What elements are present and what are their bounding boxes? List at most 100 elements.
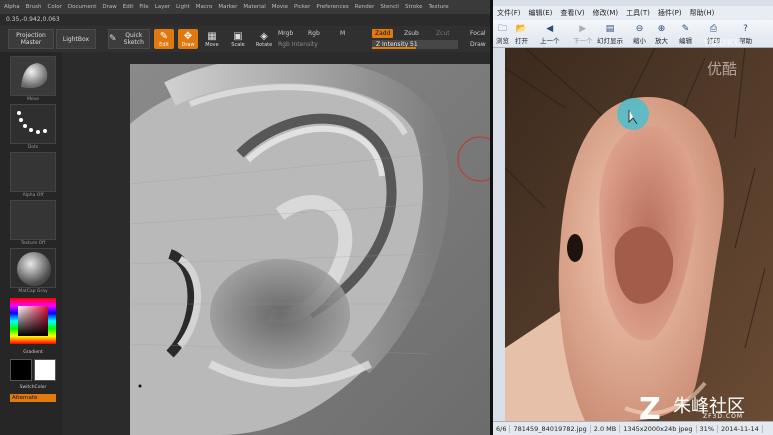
youku-watermark-cn: 优酷: [707, 60, 738, 78]
zbrush-menu-document[interactable]: Document: [68, 4, 97, 10]
zbrush-menu-picker[interactable]: Picker: [294, 4, 310, 10]
rotate-mode-button[interactable]: ◈ Rotate: [254, 29, 274, 49]
texture-selector[interactable]: [10, 200, 56, 240]
focal-shift-slider[interactable]: Focal: [470, 30, 486, 37]
zadd-toggle[interactable]: Zadd: [372, 29, 394, 38]
zbrush-menu-edit[interactable]: Edit: [123, 4, 134, 10]
viewer-toolbar-label: 缩小: [633, 37, 646, 45]
zbrush-menu-alpha[interactable]: Alpha: [4, 4, 20, 10]
zbrush-menu-texture[interactable]: Texture: [429, 4, 449, 10]
viewer-toolbar-button[interactable]: ✎ 编辑: [679, 23, 692, 46]
zbrush-menu-render[interactable]: Render: [355, 4, 375, 10]
zbrush-menu-file[interactable]: File: [139, 4, 148, 10]
alternate-button[interactable]: Alternate: [10, 394, 56, 402]
slideshow-icon: ▤: [605, 23, 615, 34]
zbrush-menu-light[interactable]: Light: [176, 4, 190, 10]
brush-label: Move: [26, 97, 40, 102]
zbrush-menu-macro[interactable]: Macro: [196, 4, 213, 10]
zbrush-menu-brush[interactable]: Brush: [26, 4, 42, 10]
viewer-menu-item[interactable]: 编辑(E): [529, 8, 553, 18]
coordinate-readout: 0.35,-0.942,0.063: [6, 16, 60, 23]
mrgb-toggle[interactable]: Mrgb: [278, 30, 293, 37]
edit-mode-button[interactable]: ✎ Edit: [154, 29, 174, 49]
material-selector[interactable]: [10, 248, 56, 288]
viewer-menu-item[interactable]: 查看(V): [560, 8, 584, 18]
viewer-toolbar-button[interactable]: ⊖ 缩小: [633, 23, 646, 46]
viewer-menu-item[interactable]: 文件(F): [497, 8, 521, 18]
move-mode-button[interactable]: ▦ Move: [202, 29, 222, 49]
move-icon: ▦: [207, 30, 217, 42]
zsub-toggle[interactable]: Zsub: [404, 30, 419, 37]
ear-photo-image-icon: [505, 48, 773, 421]
zbrush-menu-stroke[interactable]: Stroke: [405, 4, 423, 10]
viewer-menu-item[interactable]: 修改(M): [593, 8, 619, 18]
sculpt-canvas[interactable]: [129, 57, 493, 435]
viewer-toolbar-button[interactable]: 🗀 浏览: [496, 23, 509, 46]
zbrush-menu-preferences[interactable]: Preferences: [316, 4, 348, 10]
draw-size-slider[interactable]: Draw: [470, 41, 486, 48]
z-intensity-slider[interactable]: Z Intensity 51: [372, 40, 458, 49]
zbrush-menubar: Alpha Brush Color Document Draw Edit File Layer…: [0, 0, 493, 14]
stroke-selector[interactable]: [10, 104, 56, 144]
file-name: 781459_84019782.jpg: [510, 424, 591, 433]
viewer-menu-item[interactable]: 工具(T): [626, 8, 650, 18]
scale-mode-button[interactable]: ▣ Scale: [228, 29, 248, 49]
viewer-toolbar-label: 编辑: [679, 37, 692, 45]
cursor-highlight: [617, 98, 649, 130]
image-viewer-window: 文件(F) 编辑(E) 查看(V) 修改(M) 工具(T) 插件(P) 帮助(H) 🗀 浏览 📂…: [493, 0, 773, 435]
zbrush-toolbar: Projection Master LightBox ✎ Quick Sketc…: [0, 26, 493, 52]
zbrush-menu-draw[interactable]: Draw: [102, 4, 116, 10]
viewer-menu-item[interactable]: 插件(P): [658, 8, 682, 18]
projection-master-button[interactable]: Projection Master: [8, 29, 54, 49]
move-label: Move: [205, 41, 219, 48]
image-index: 6/6: [493, 424, 511, 433]
zbrush-window: Alpha Brush Color Document Draw Edit File Layer…: [0, 0, 493, 435]
material-label: MatCap Gray: [18, 289, 48, 294]
browse-icon: 🗀: [497, 23, 507, 34]
secondary-color-swatch[interactable]: [34, 359, 56, 381]
draw-mode-button[interactable]: ✥ Draw: [178, 29, 198, 49]
viewer-menu-item[interactable]: 帮助(H): [690, 8, 715, 18]
rotate-icon: ◈: [260, 30, 268, 42]
file-date: 2014-11-14: [718, 424, 763, 433]
zcut-toggle[interactable]: Zcut: [436, 30, 450, 37]
stroke-label: Dots: [27, 145, 39, 150]
zf-watermark-url: ZF3D.COM: [703, 413, 743, 420]
switch-color-button[interactable]: SwitchColor: [10, 385, 56, 390]
color-picker[interactable]: [10, 298, 56, 344]
left-shelf: Move Dots Alpha Off Texture Off MatCap G…: [0, 52, 62, 435]
edit-icon: ✎: [681, 23, 690, 34]
edit-label: Edit: [159, 41, 169, 48]
zbrush-menu-marker[interactable]: Marker: [218, 4, 237, 10]
color-picker-swatch-icon: [10, 298, 56, 344]
rgb-intensity-slider[interactable]: Rgb Intensity: [278, 41, 318, 48]
scale-label: Scale: [231, 41, 245, 48]
viewer-statusbar: 6/6 781459_84019782.jpg 2.0 MB 1345x2000…: [493, 421, 773, 435]
alpha-selector[interactable]: [10, 152, 56, 192]
brush-selector[interactable]: [10, 56, 56, 96]
move-brush-icon: [21, 63, 48, 88]
viewer-toolbar-button[interactable]: 📂 打开: [515, 23, 528, 46]
file-size: 2.0 MB: [591, 424, 621, 433]
rgb-toggle[interactable]: Rgb: [308, 30, 320, 37]
viewer-toolbar-label: 幻灯显示: [597, 37, 623, 45]
quick-sketch-button[interactable]: ✎ Quick Sketch: [108, 29, 150, 49]
zbrush-menu-movie[interactable]: Movie: [272, 4, 288, 10]
zbrush-menu-color[interactable]: Color: [48, 4, 62, 10]
lightbox-button[interactable]: LightBox: [56, 29, 96, 49]
zbrush-menu-material[interactable]: Material: [243, 4, 265, 10]
ear-photo: [505, 48, 773, 421]
m-toggle[interactable]: M: [340, 30, 345, 37]
z-intensity-fill: [372, 47, 416, 49]
viewer-toolbar-button[interactable]: ▶ 下一个: [573, 23, 593, 46]
viewer-toolbar-button[interactable]: ◀ 上一个: [540, 23, 560, 46]
zbrush-menu-layer[interactable]: Layer: [155, 4, 170, 10]
viewer-toolbar-label: 打开: [515, 37, 528, 45]
viewer-toolbar-button[interactable]: ▤ 幻灯显示: [597, 23, 623, 46]
viewer-toolbar-button[interactable]: ⊕ 放大: [655, 23, 668, 46]
youku-watermark-en: YOUKU: [703, 38, 743, 49]
quick-sketch-icon: ✎: [109, 33, 117, 44]
primary-color-swatch[interactable]: [10, 359, 32, 381]
zbrush-menu-stencil[interactable]: Stencil: [380, 4, 399, 10]
edit-pencil-icon: ✎: [159, 30, 169, 42]
